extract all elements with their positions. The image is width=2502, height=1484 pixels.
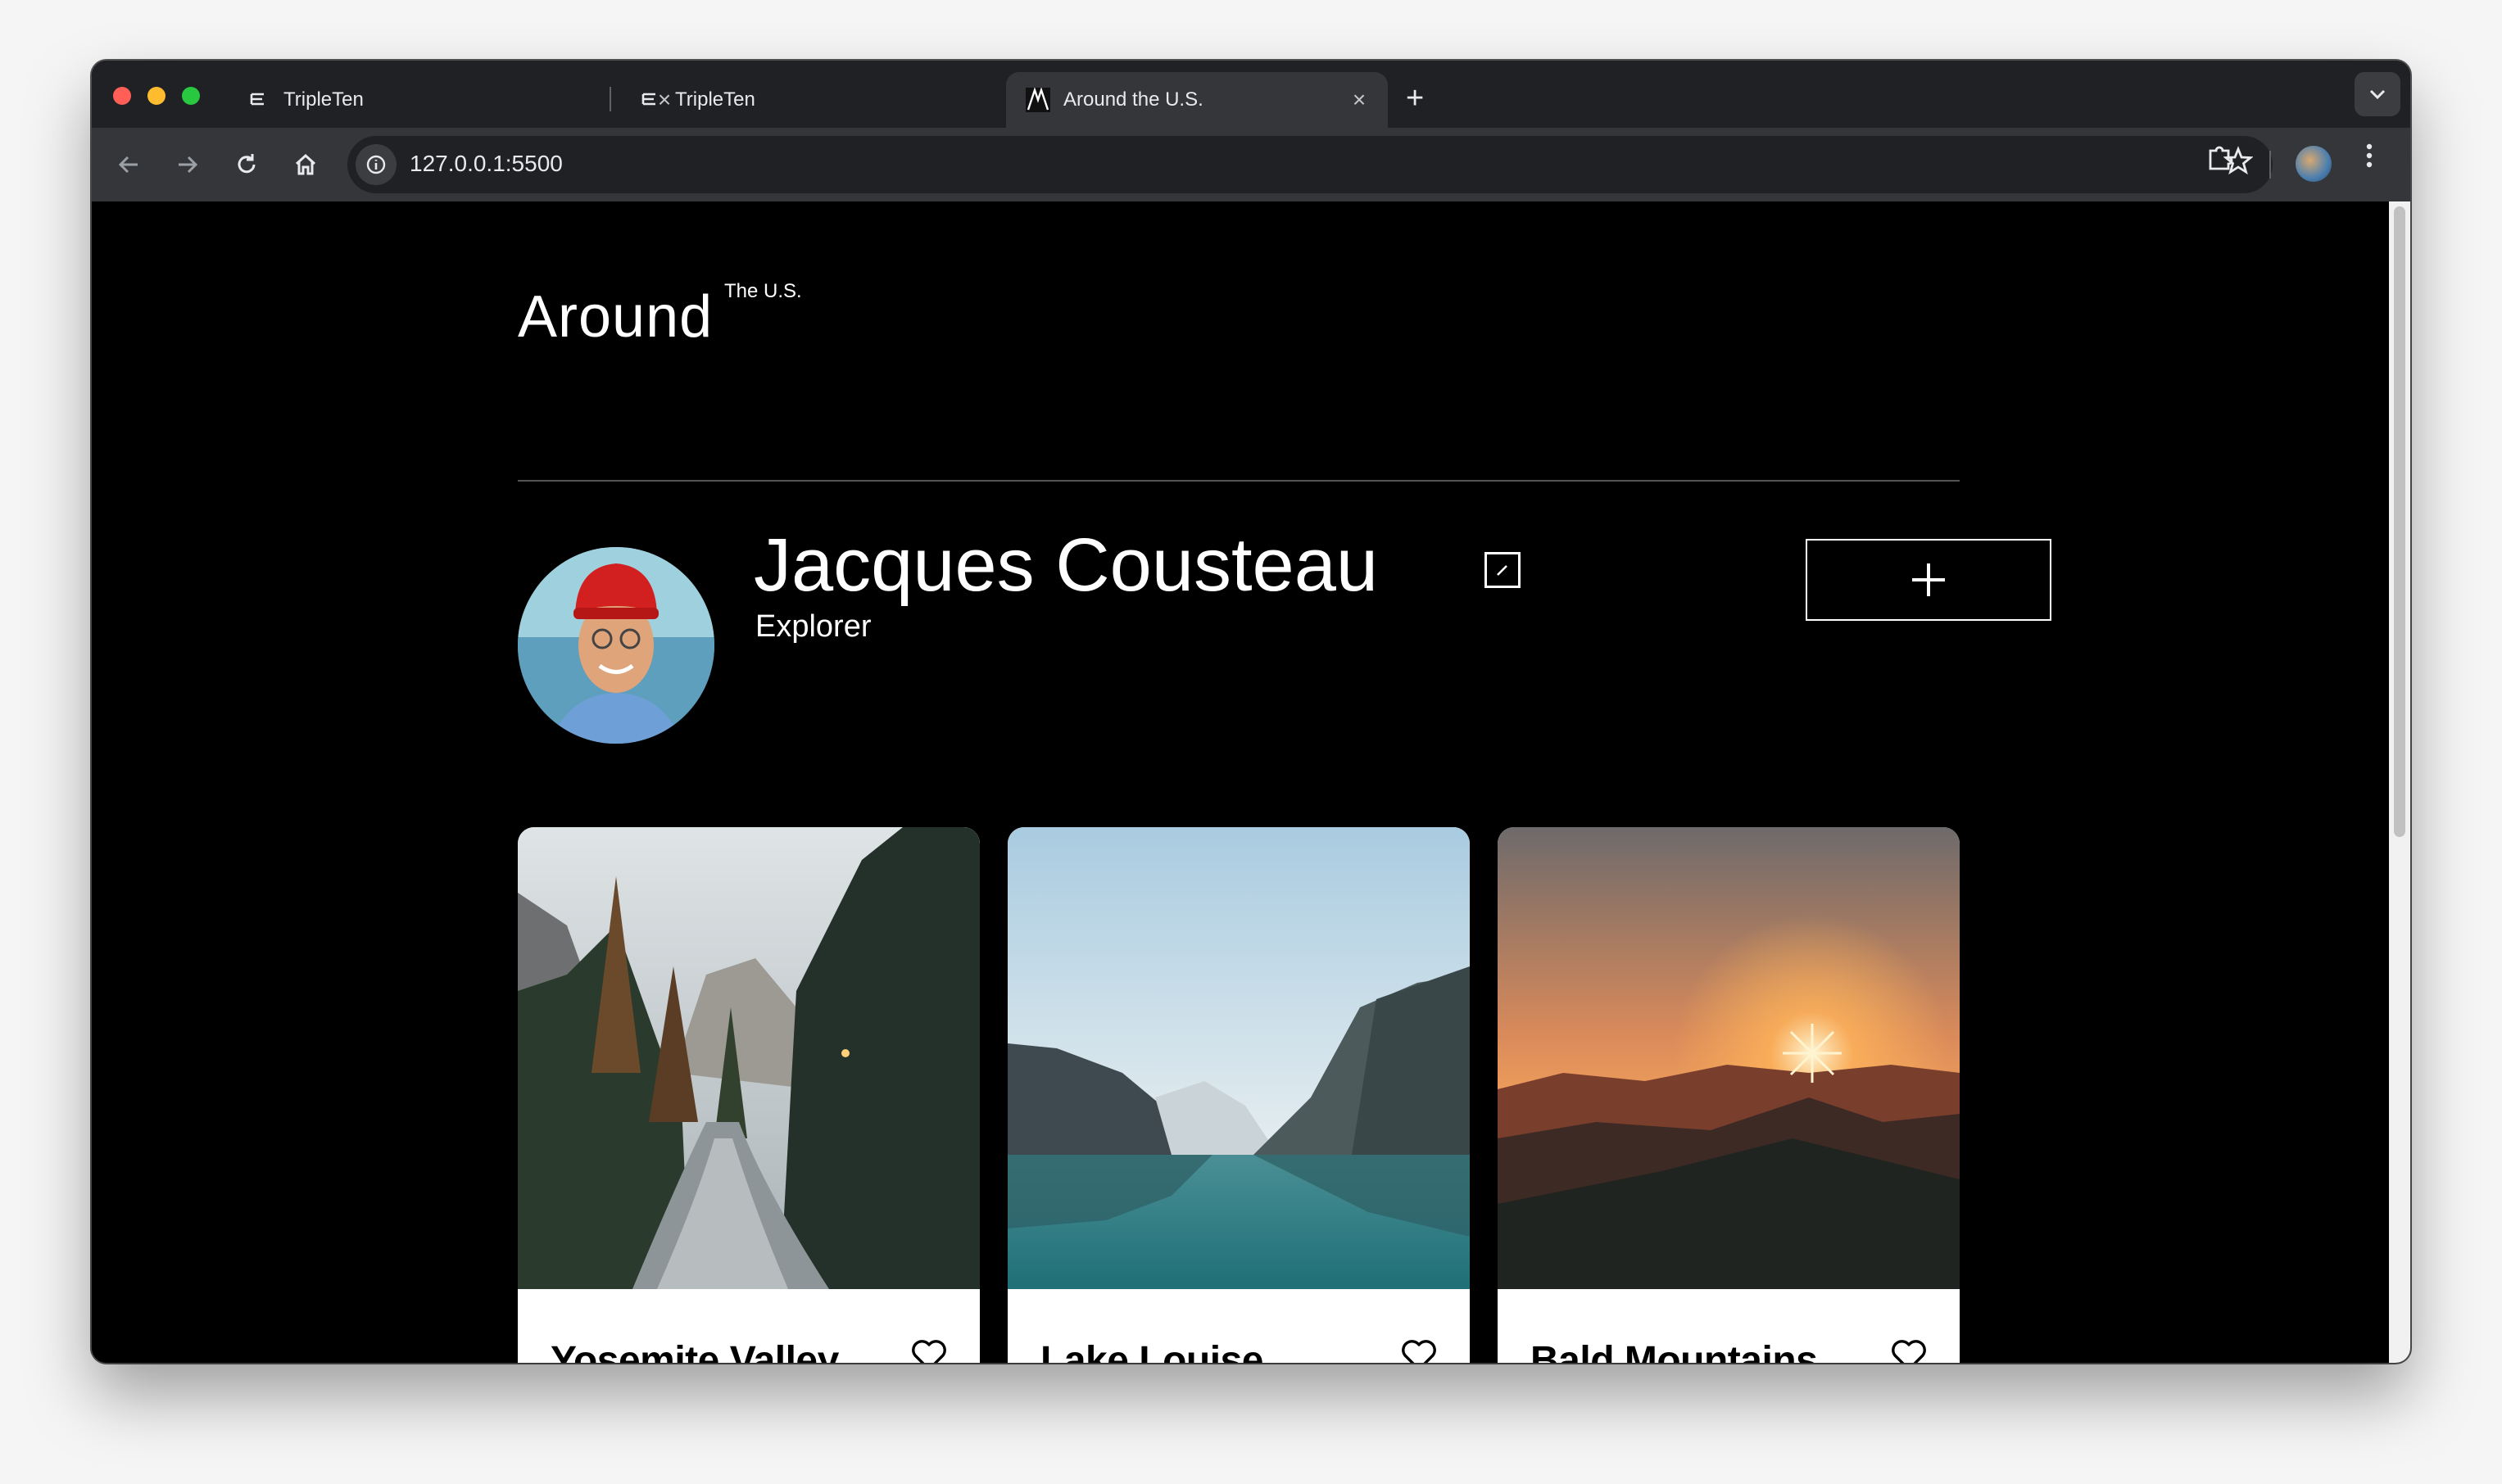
scrollbar-thumb[interactable] [2394, 206, 2405, 837]
new-tab-button[interactable]: + [1406, 82, 1424, 115]
tripleten-icon [637, 88, 662, 112]
edit-profile-button[interactable] [1484, 552, 1521, 588]
tab-title: TripleTen [675, 88, 755, 111]
profile-description: Explorer [755, 609, 872, 644]
plus-icon [1912, 563, 1945, 596]
tripleten-icon [246, 88, 270, 112]
around-icon [1026, 88, 1050, 112]
close-tab-icon[interactable]: × [1347, 87, 1371, 113]
back-arrow-icon [118, 156, 138, 174]
tab-title: Around the U.S. [1063, 88, 1203, 111]
url-text[interactable]: 127.0.0.1:5500 [410, 151, 563, 177]
maximize-window-button[interactable] [182, 87, 200, 105]
browser-window: TripleTen × TripleTen × Around the U.S. … [92, 61, 2410, 1363]
place-card: Yosemite Valley [518, 827, 980, 1363]
profile-avatar-icon[interactable] [2296, 146, 2332, 182]
card-image[interactable] [1498, 827, 1960, 1289]
heart-icon [1892, 1340, 1926, 1363]
logo-main-text: Around [518, 284, 714, 350]
minimize-window-button[interactable] [147, 87, 165, 105]
heart-icon [912, 1340, 946, 1363]
home-button[interactable] [285, 144, 326, 185]
tab-title: TripleTen [283, 88, 364, 111]
tab-divider [610, 87, 611, 111]
avatar-portrait [518, 547, 714, 744]
reload-icon [238, 154, 256, 174]
header-divider [518, 480, 1960, 482]
card-title: Lake Louise [1040, 1339, 1263, 1363]
profile-avatar[interactable] [518, 547, 714, 744]
forward-arrow-icon [179, 156, 198, 174]
address-bar[interactable]: 127.0.0.1:5500 [347, 136, 2273, 193]
tab-around-the-us[interactable]: Around the U.S. × [1006, 72, 1388, 128]
reload-button[interactable] [226, 144, 267, 185]
logo-superscript: The U.S. [724, 280, 802, 302]
heart-icon [1402, 1340, 1436, 1363]
like-button[interactable] [1889, 1337, 1929, 1363]
tab-strip: TripleTen × TripleTen × Around the U.S. … [92, 61, 2410, 128]
chevron-down-icon [2368, 84, 2386, 105]
card-image[interactable] [1008, 827, 1470, 1289]
like-button[interactable] [909, 1337, 949, 1363]
forward-button[interactable] [167, 144, 208, 185]
extensions-icon[interactable] [2205, 143, 2235, 179]
toolbar-divider [2269, 151, 2271, 179]
home-icon [295, 153, 316, 175]
place-card: Bald Mountains [1498, 827, 1960, 1363]
profile-name: Jacques Cousteau [754, 523, 1379, 607]
place-card: Lake Louise [1008, 827, 1470, 1363]
site-info-icon[interactable] [356, 144, 397, 185]
more-menu-icon[interactable] [2364, 141, 2374, 178]
like-button[interactable] [1399, 1337, 1439, 1363]
site-logo: Around The U.S. [518, 280, 802, 351]
close-window-button[interactable] [113, 87, 131, 105]
card-title: Yosemite Valley [551, 1339, 839, 1363]
page-viewport: Around The U.S. Jacques Cousteau Explore… [92, 201, 2389, 1363]
pencil-icon [1497, 565, 1507, 576]
page-scrollbar[interactable] [2389, 201, 2410, 1363]
card-image[interactable] [518, 827, 980, 1289]
add-card-button[interactable] [1806, 539, 2051, 621]
browser-toolbar: 127.0.0.1:5500 [92, 128, 2410, 201]
card-title: Bald Mountains [1530, 1339, 1818, 1363]
tab-search-button[interactable] [2355, 72, 2400, 116]
back-button[interactable] [108, 144, 149, 185]
